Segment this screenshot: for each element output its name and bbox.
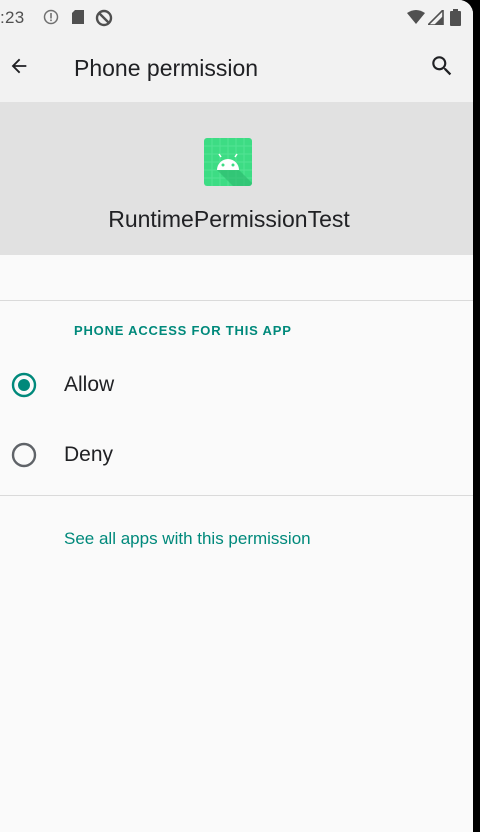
app-name: RuntimePermissionTest <box>108 206 350 232</box>
app-header: RuntimePermissionTest <box>0 102 473 255</box>
back-button[interactable] <box>0 46 38 90</box>
app-bar: Phone permission <box>0 34 473 102</box>
section-header: PHONE ACCESS FOR THIS APP <box>74 323 292 338</box>
deny-label: Deny <box>64 443 114 466</box>
info-icon <box>43 9 59 30</box>
status-bar: :23 <box>0 0 473 34</box>
arrow-back-icon <box>8 55 30 82</box>
battery-icon <box>450 9 461 31</box>
search-button[interactable] <box>420 46 464 90</box>
divider <box>0 495 473 496</box>
status-time: :23 <box>0 8 25 27</box>
cell-signal-icon <box>426 8 444 30</box>
search-icon <box>429 53 455 84</box>
do-not-disturb-icon <box>95 9 113 32</box>
divider <box>0 300 473 301</box>
radio-selected-icon[interactable] <box>11 372 37 398</box>
android-app-icon <box>204 138 252 186</box>
deny-option[interactable]: Deny <box>0 425 473 485</box>
allow-label: Allow <box>64 373 115 396</box>
allow-option[interactable]: Allow <box>0 355 473 415</box>
wifi-icon <box>407 10 425 29</box>
page-title: Phone permission <box>74 55 259 81</box>
radio-unselected-icon[interactable] <box>11 442 37 468</box>
see-all-apps-link[interactable]: See all apps with this permission <box>64 529 311 549</box>
permission-screen: :23 Phone permission RuntimePermissionTe… <box>0 0 473 832</box>
sd-card-icon <box>71 9 85 30</box>
